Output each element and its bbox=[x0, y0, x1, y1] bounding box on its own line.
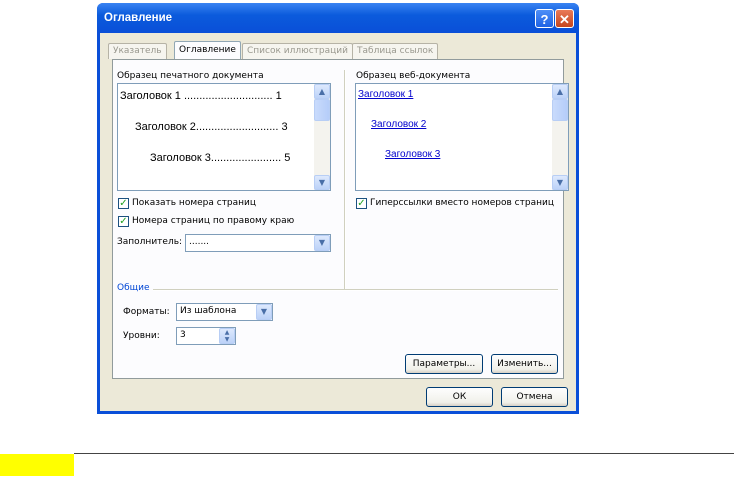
show-page-numbers-checkbox[interactable]: ✓ bbox=[118, 198, 129, 209]
modify-button[interactable]: Изменить... bbox=[491, 354, 558, 374]
web-scrollbar[interactable]: ▲ ▼ bbox=[552, 84, 568, 190]
tab-authorities[interactable]: Таблица ссылок bbox=[352, 43, 439, 59]
general-group-title: Общие bbox=[117, 283, 150, 293]
chevron-down-icon[interactable]: ▼ bbox=[256, 304, 272, 320]
web-preview-label: Образец веб-документа bbox=[356, 71, 471, 81]
ok-button[interactable]: ОК bbox=[426, 387, 493, 407]
chevron-down-icon[interactable]: ▼ bbox=[314, 235, 330, 251]
formats-select[interactable]: Из шаблона ▼ bbox=[176, 303, 273, 321]
help-button[interactable]: ? bbox=[535, 9, 554, 28]
parameters-button[interactable]: Параметры... bbox=[405, 354, 483, 374]
leader-label: Заполнитель: bbox=[117, 237, 183, 247]
scroll-down-icon[interactable]: ▼ bbox=[314, 175, 330, 190]
web-link-1[interactable]: Заголовок 1 bbox=[358, 89, 413, 100]
scroll-thumb[interactable] bbox=[314, 99, 330, 121]
print-scrollbar[interactable]: ▲ ▼ bbox=[314, 84, 330, 190]
levels-spinner[interactable]: 3 ▲ ▼ bbox=[176, 327, 236, 345]
leader-value: ....... bbox=[189, 237, 210, 247]
tab-toc[interactable]: Оглавление bbox=[174, 41, 241, 60]
dialog-client: Указатель Оглавление Список иллюстраций … bbox=[100, 33, 576, 411]
print-heading-3: Заголовок 3....................... 5 bbox=[150, 152, 291, 164]
title-bar[interactable]: Оглавление ? ✕ bbox=[97, 3, 579, 33]
hyperlinks-checkbox[interactable]: ✓ bbox=[356, 198, 367, 209]
general-divider bbox=[153, 289, 558, 291]
tab-panel: Образец печатного документа Заголовок 1 … bbox=[112, 59, 569, 379]
formats-value: Из шаблона bbox=[180, 306, 237, 316]
column-divider bbox=[344, 70, 346, 290]
print-preview: Заголовок 1 ............................… bbox=[117, 83, 331, 191]
web-link-3[interactable]: Заголовок 3 bbox=[385, 149, 440, 160]
dialog-title: Оглавление bbox=[104, 12, 173, 24]
hyperlinks-label[interactable]: Гиперссылки вместо номеров страниц bbox=[370, 198, 554, 208]
close-button[interactable]: ✕ bbox=[555, 9, 574, 28]
cancel-button[interactable]: Отмена bbox=[501, 387, 568, 407]
spinner-arrows-icon[interactable]: ▲ ▼ bbox=[219, 328, 235, 344]
scroll-up-icon[interactable]: ▲ bbox=[314, 84, 330, 99]
highlight-mark bbox=[0, 454, 74, 476]
web-link-2[interactable]: Заголовок 2 bbox=[371, 119, 426, 130]
right-align-label[interactable]: Номера страниц по правому краю bbox=[132, 216, 294, 226]
scroll-down-icon[interactable]: ▼ bbox=[552, 175, 568, 190]
formats-label: Форматы: bbox=[123, 307, 170, 317]
levels-label: Уровни: bbox=[123, 331, 160, 341]
page-rule bbox=[74, 453, 734, 454]
scroll-up-icon[interactable]: ▲ bbox=[552, 84, 568, 99]
levels-value: 3 bbox=[180, 330, 186, 340]
right-align-checkbox[interactable]: ✓ bbox=[118, 216, 129, 227]
leader-select[interactable]: ....... ▼ bbox=[185, 234, 331, 252]
print-preview-label: Образец печатного документа bbox=[117, 71, 264, 81]
show-page-numbers-label[interactable]: Показать номера страниц bbox=[132, 198, 256, 208]
tab-figures[interactable]: Список иллюстраций bbox=[242, 43, 353, 59]
tab-index[interactable]: Указатель bbox=[108, 43, 167, 59]
web-preview: Заголовок 1 Заголовок 2 Заголовок 3 ▲ ▼ bbox=[355, 83, 569, 191]
print-heading-2: Заголовок 2........................... 3 bbox=[135, 121, 288, 133]
print-heading-1: Заголовок 1 ............................… bbox=[120, 90, 282, 102]
scroll-thumb[interactable] bbox=[552, 99, 568, 121]
toc-dialog: Оглавление ? ✕ Указатель Оглавление Спис… bbox=[97, 3, 579, 414]
